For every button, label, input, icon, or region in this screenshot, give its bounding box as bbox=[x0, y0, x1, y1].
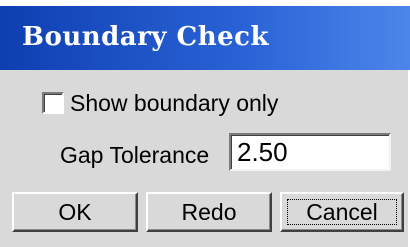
gap-tolerance-label: Gap Tolerance bbox=[60, 142, 210, 168]
title-bar[interactable]: Boundary Check bbox=[0, 0, 410, 70]
show-boundary-only-checkbox[interactable] bbox=[42, 92, 64, 114]
gap-tolerance-input[interactable]: 2.50 bbox=[229, 133, 391, 171]
redo-button[interactable]: Redo bbox=[146, 192, 272, 232]
show-boundary-only-option[interactable]: Show boundary only bbox=[42, 88, 278, 118]
ok-button-label: OK bbox=[58, 199, 92, 225]
redo-button-label: Redo bbox=[181, 199, 237, 225]
ok-button[interactable]: OK bbox=[12, 192, 138, 232]
show-boundary-only-label: Show boundary only bbox=[70, 89, 279, 116]
focus-rectangle bbox=[287, 199, 397, 225]
dialog-body: Show boundary only Gap Tolerance 2.50 OK… bbox=[0, 70, 410, 247]
boundary-check-dialog: Boundary Check Show boundary only Gap To… bbox=[0, 0, 410, 247]
window-title: Boundary Check bbox=[22, 22, 269, 52]
cancel-button[interactable]: Cancel bbox=[280, 192, 404, 232]
